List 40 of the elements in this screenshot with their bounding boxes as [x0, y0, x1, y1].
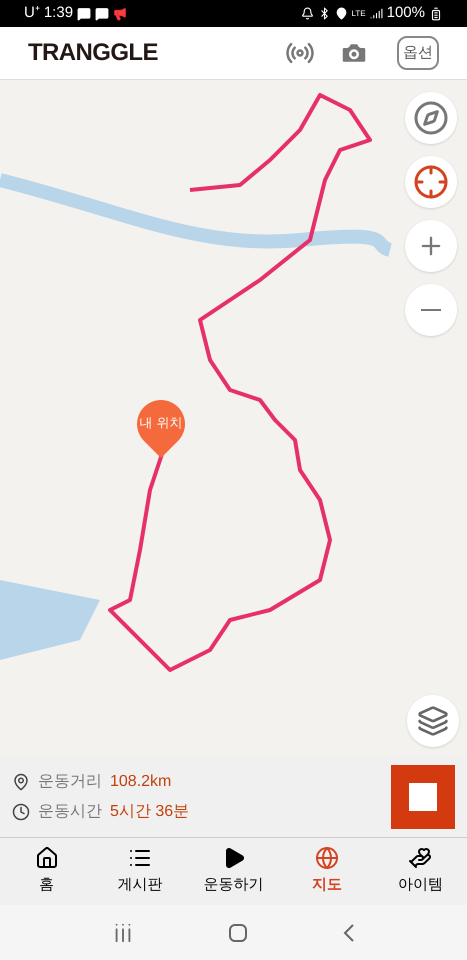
globe-icon [314, 846, 339, 870]
message-icon [77, 6, 92, 20]
stat-label: 운동시간 [38, 802, 102, 822]
stop-icon [409, 783, 437, 811]
battery-icon [429, 6, 443, 20]
locate-button[interactable] [405, 156, 457, 208]
stat-value: 108.2km [110, 772, 172, 792]
chat-icon [95, 6, 110, 20]
clock-icon [12, 803, 30, 821]
my-location-label: 내 위치 [138, 414, 184, 432]
nav-tab[interactable]: 홈 [0, 838, 94, 905]
layers-button[interactable] [407, 695, 459, 747]
nav-tab[interactable]: 지도 [280, 838, 374, 905]
megaphone-icon [113, 6, 128, 20]
signal-icon [370, 7, 383, 20]
home-icon [34, 846, 59, 870]
stat-label: 운동거리 [38, 772, 102, 792]
hand-icon [408, 846, 432, 870]
nav-tab[interactable]: 아이템 [374, 838, 467, 905]
clock-text: 1:39 [44, 3, 74, 24]
home-button-icon[interactable] [228, 924, 246, 942]
location-pin-icon [12, 773, 30, 791]
carrier-text: U⁺ [24, 3, 40, 24]
back-icon[interactable] [342, 922, 356, 944]
alarm-icon [300, 7, 314, 20]
crosshair-icon [413, 164, 449, 200]
minus-icon [421, 309, 441, 311]
zoom-in-button[interactable] [405, 220, 457, 272]
options-button[interactable]: 옵션 [397, 36, 439, 70]
location-icon [334, 7, 348, 20]
stop-button[interactable] [391, 765, 455, 829]
network-text: LTE [352, 8, 366, 20]
nav-tab[interactable]: 운동하기 [186, 838, 280, 905]
compass-button[interactable] [405, 92, 457, 144]
battery-text: 100% [386, 3, 425, 24]
compass-icon [413, 100, 449, 136]
layers-icon [417, 705, 449, 737]
stat-value: 5시간 36분 [110, 802, 190, 822]
app-logo: TRANGGLE [28, 38, 159, 68]
nav-tab[interactable]: 게시판 [93, 838, 187, 905]
